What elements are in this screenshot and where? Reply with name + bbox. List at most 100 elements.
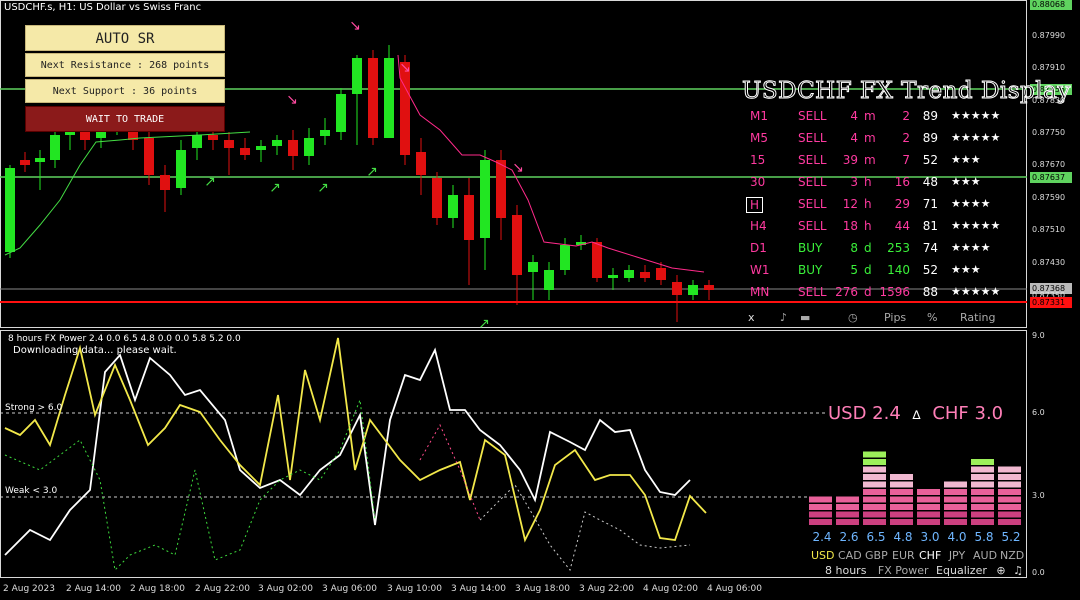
delta-icon: ∆	[912, 408, 921, 422]
timeframe-label[interactable]: MN	[750, 285, 769, 299]
time-label: 2 Aug 22:00	[195, 584, 250, 594]
trend-row-w1: W1 BUY 5 d 140 52 ★★★	[740, 263, 1030, 281]
next-resistance-label: Next Resistance : 268 points	[25, 53, 225, 77]
bullish-candle	[384, 58, 394, 138]
bullish-candle	[336, 94, 346, 132]
timeframe-label[interactable]: H4	[750, 219, 767, 233]
direction-label: SELL	[798, 153, 827, 167]
duration-number: 4	[850, 109, 858, 123]
currency-eur[interactable]: EUR	[892, 549, 915, 562]
bearish-candle	[672, 282, 682, 295]
rating-stars: ★★★	[951, 153, 981, 166]
pips-value: 16	[894, 175, 910, 189]
top-price-label: 0.88068	[1030, 0, 1072, 10]
bullish-candle	[528, 262, 538, 272]
pips-value: 140	[887, 263, 910, 277]
currency-nzd[interactable]: NZD	[1000, 549, 1024, 562]
trend-row-15: 15 SELL 39 m 7 52 ★★★	[740, 153, 1030, 171]
period-label[interactable]: 8 hours	[825, 564, 866, 577]
duration-unit: d	[864, 263, 872, 277]
currency-gbp[interactable]: GBP	[865, 549, 888, 562]
equalizer-value: 5.2	[1001, 530, 1021, 544]
equalizer-value: 3.0	[920, 530, 940, 544]
currency-jpy[interactable]: JPY	[946, 549, 968, 562]
bearish-candle	[512, 215, 522, 275]
auto-sr-button[interactable]: AUTO SR	[25, 25, 225, 51]
rating-stars: ★★★★	[951, 197, 991, 210]
time-label: 3 Aug 18:00	[515, 584, 570, 594]
bullish-candle	[50, 135, 60, 160]
bearish-candle	[496, 160, 506, 218]
time-label: 3 Aug 14:00	[451, 584, 506, 594]
duration-unit: h	[864, 175, 872, 189]
currency-chf[interactable]: CHF	[919, 549, 941, 562]
signal-arrow-icon: ↘	[399, 60, 411, 76]
bullish-candle	[544, 270, 554, 290]
duration-number: 39	[842, 153, 858, 167]
line-icon[interactable]: ▬	[800, 311, 810, 324]
percent-value: 88	[922, 285, 938, 299]
pips-header: Pips	[884, 311, 907, 324]
timeframe-label[interactable]: H	[746, 197, 764, 213]
timeframe-label[interactable]: D1	[750, 241, 767, 255]
bullish-candle	[688, 285, 698, 295]
bullish-candle	[5, 168, 15, 252]
timeframe-label[interactable]: W1	[750, 263, 770, 277]
pips-value: 29	[894, 197, 910, 211]
equalizer-label[interactable]: Equalizer	[936, 564, 987, 577]
trend-row-h4: H4 SELL 18 h 44 81 ★★★★★	[740, 219, 1030, 237]
timeframe-label[interactable]: 30	[750, 175, 765, 189]
signal-arrow-icon: ↗	[204, 174, 216, 190]
duration-number: 4	[850, 131, 858, 145]
trend-row-m1: M1 SELL 4 m 2 89 ★★★★★	[740, 109, 1030, 127]
direction-label: BUY	[798, 263, 823, 277]
chf-strength: CHF 3.0	[932, 403, 1004, 424]
clock-icon: ◷	[848, 311, 858, 324]
music-icon[interactable]: ♪	[780, 311, 787, 324]
mid-level-price: 0.87637	[1030, 172, 1072, 183]
bullish-candle	[304, 138, 314, 156]
next-support-label: Next Support : 36 points	[25, 79, 225, 103]
direction-label: SELL	[798, 131, 827, 145]
trend-row-d1: D1 BUY 8 d 253 74 ★★★★	[740, 241, 1030, 259]
currency-usd[interactable]: USD	[811, 549, 835, 562]
currency-cad[interactable]: CAD	[838, 549, 862, 562]
trend-row-m5: M5 SELL 4 m 2 89 ★★★★★	[740, 131, 1030, 149]
percent-value: 71	[922, 197, 938, 211]
time-label: 2 Aug 18:00	[130, 584, 185, 594]
bullish-candle	[256, 146, 266, 150]
bearish-candle	[432, 178, 442, 218]
timeframe-label[interactable]: 15	[750, 153, 765, 167]
duration-number: 8	[850, 241, 858, 255]
osc-axis-6: 6.0	[1032, 408, 1045, 417]
bearish-candle	[592, 242, 602, 278]
timeframe-label[interactable]: M1	[750, 109, 768, 123]
duration-unit: m	[864, 153, 876, 167]
signal-arrow-icon: ↗	[269, 180, 281, 196]
crosshair-icon[interactable]: ⊕	[996, 564, 1005, 577]
time-label: 3 Aug 10:00	[387, 584, 442, 594]
duration-unit: m	[864, 109, 876, 123]
percent-value: 89	[922, 109, 938, 123]
signal-arrow-icon: ↘	[349, 18, 361, 34]
bearish-candle	[240, 148, 250, 155]
direction-label: SELL	[798, 197, 827, 211]
trend-row-mn: MN SELL 276 d 1596 88 ★★★★★	[740, 285, 1030, 303]
duration-number: 18	[842, 219, 858, 233]
bullish-candle	[448, 195, 458, 218]
wait-to-trade-button[interactable]: WAIT TO TRADE	[25, 106, 225, 132]
bullish-candle	[176, 150, 186, 188]
download-status: Downloading data... please wait.	[13, 345, 177, 356]
trend-row-30: 30 SELL 3 h 16 48 ★★★	[740, 175, 1030, 193]
timeframe-label[interactable]: M5	[750, 131, 768, 145]
osc-axis-3: 3.0	[1032, 491, 1045, 500]
equalizer-value: 2.6	[839, 530, 859, 544]
percent-value: 74	[922, 241, 938, 255]
currency-aud[interactable]: AUD	[973, 549, 997, 562]
rating-stars: ★★★	[951, 263, 981, 276]
fx-power-label: FX Power	[877, 564, 929, 577]
bullish-candle	[352, 58, 362, 94]
close-icon[interactable]: x	[748, 311, 755, 324]
percent-value: 52	[922, 263, 938, 277]
music-note-icon[interactable]: ♫	[1013, 564, 1023, 577]
